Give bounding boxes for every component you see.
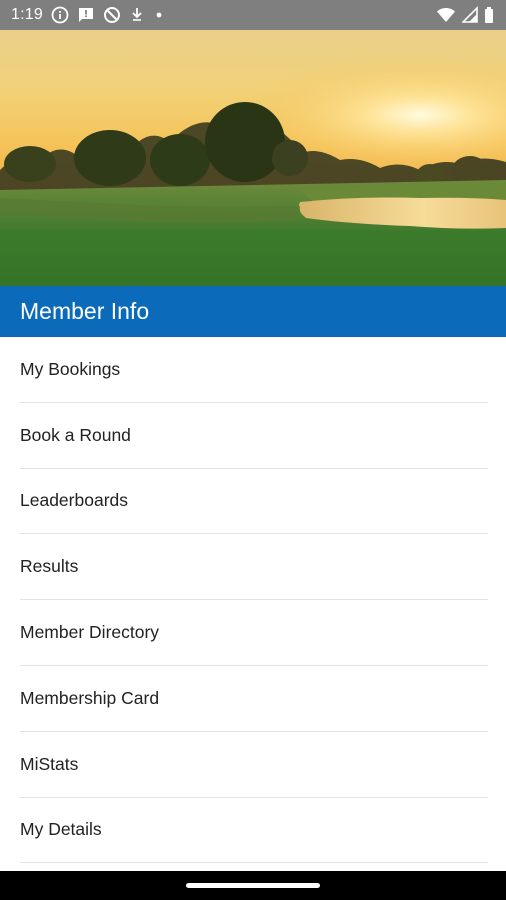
menu-item-label: My Bookings <box>20 358 121 379</box>
menu-item-label: Results <box>20 556 79 577</box>
menu-item-label: Leaderboards <box>20 490 128 511</box>
menu-item-my-details[interactable]: My Details <box>20 798 488 864</box>
menu-item-book-a-round[interactable]: Book a Round <box>20 403 488 469</box>
info-icon <box>51 6 69 24</box>
menu-item-mistats[interactable]: MiStats <box>20 732 488 798</box>
menu-item-label: Membership Card <box>20 687 160 708</box>
menu-list: My Bookings Book a Round Leaderboards Re… <box>0 337 506 864</box>
menu-item-results[interactable]: Results <box>20 534 488 601</box>
dot-icon <box>153 6 165 24</box>
message-icon <box>77 6 95 24</box>
status-bar: 1:19 <box>0 0 506 30</box>
section-title: Member Info <box>20 298 150 324</box>
home-gesture-handle[interactable] <box>186 883 320 888</box>
blocked-icon <box>103 6 121 24</box>
hero-image <box>0 30 506 286</box>
download-icon <box>129 6 145 24</box>
menu-item-membership-card[interactable]: Membership Card <box>20 666 488 732</box>
menu-item-label: MiStats <box>20 753 79 774</box>
navigation-bar <box>0 871 506 900</box>
menu-item-my-bookings[interactable]: My Bookings <box>20 337 488 403</box>
golf-course-sunset-image <box>0 30 506 286</box>
status-time: 1:19 <box>11 6 43 23</box>
wifi-icon <box>436 6 456 24</box>
menu-item-label: Book a Round <box>20 424 131 445</box>
menu-item-leaderboards[interactable]: Leaderboards <box>20 469 488 535</box>
menu-item-member-directory[interactable]: Member Directory <box>20 600 488 666</box>
section-header: Member Info <box>0 286 506 337</box>
signal-icon <box>462 6 478 24</box>
battery-icon <box>484 6 494 24</box>
menu-item-label: My Details <box>20 819 102 840</box>
menu-item-label: Member Directory <box>20 622 160 643</box>
